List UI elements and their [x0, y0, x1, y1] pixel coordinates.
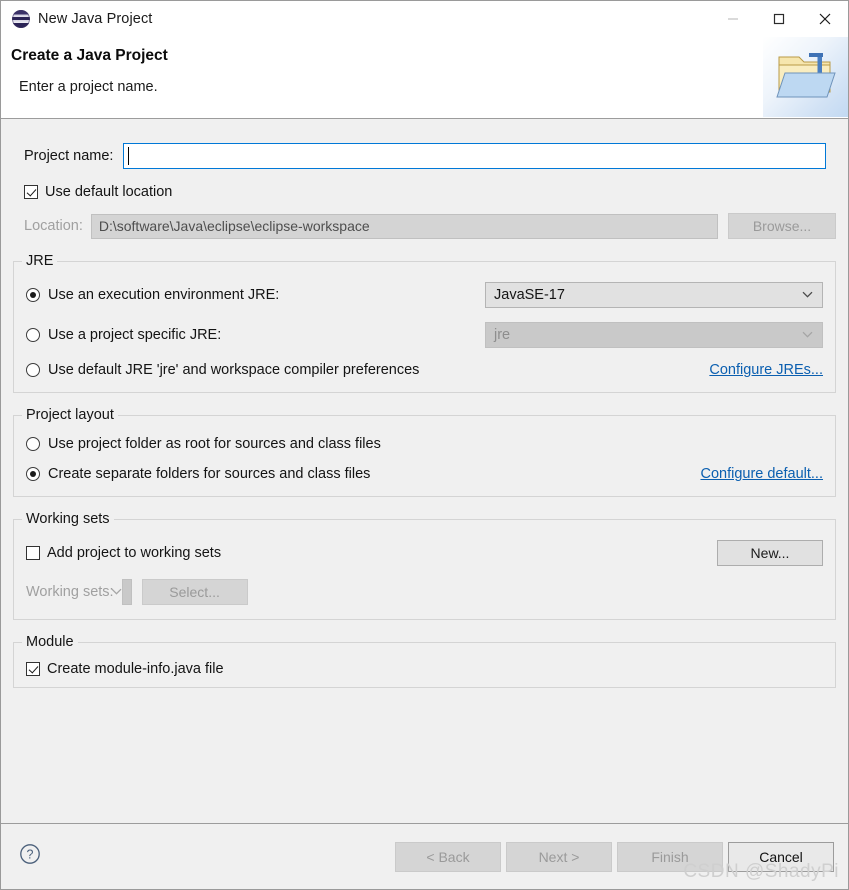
create-module-info-row: Create module-info.java file	[26, 661, 823, 677]
project-name-input[interactable]	[123, 143, 826, 169]
add-to-working-sets-checkbox[interactable]	[26, 546, 40, 560]
use-default-location-checkbox[interactable]	[24, 185, 38, 199]
layout-root-folder-radio[interactable]	[26, 437, 40, 451]
chevron-down-icon	[111, 583, 122, 599]
java-folder-icon	[769, 45, 841, 109]
jre-project-specific-label: Use a project specific JRE:	[48, 327, 221, 343]
jre-default-radio[interactable]	[26, 363, 40, 377]
jre-execution-environment-label: Use an execution environment JRE:	[48, 287, 279, 303]
svg-text:?: ?	[27, 848, 34, 862]
next-button: Next >	[506, 842, 612, 872]
dialog-body: Project name: Use default location Locat…	[1, 119, 848, 823]
create-module-info-checkbox[interactable]	[26, 662, 40, 676]
eclipse-icon	[12, 10, 30, 28]
text-caret	[128, 147, 129, 165]
wizard-header: Create a Java Project Enter a project na…	[1, 37, 848, 119]
minimize-icon	[727, 13, 739, 25]
jre-project-specific-radio[interactable]	[26, 328, 40, 342]
title-bar: New Java Project	[1, 1, 848, 37]
footer-buttons: < Back Next > Finish Cancel	[390, 842, 834, 872]
layout-separate-folders-radio[interactable]	[26, 467, 40, 481]
location-input: D:\software\Java\eclipse\eclipse-workspa…	[91, 214, 718, 239]
execution-environment-value: JavaSE-17	[494, 287, 565, 303]
working-sets-select-row: Working sets: Select...	[26, 579, 823, 605]
use-default-location-row[interactable]: Use default location	[13, 184, 836, 200]
layout-root-folder-row: Use project folder as root for sources a…	[26, 436, 823, 452]
layout-root-folder-label: Use project folder as root for sources a…	[48, 436, 381, 452]
configure-jres-link[interactable]: Configure JREs...	[709, 362, 823, 378]
java-folder-banner	[763, 37, 848, 117]
cancel-button[interactable]: Cancel	[728, 842, 834, 872]
new-working-set-button[interactable]: New...	[717, 540, 823, 566]
minimize-button[interactable]	[710, 1, 756, 37]
dialog-footer: ? < Back Next > Finish Cancel CSDN @Shad…	[1, 823, 848, 889]
add-to-working-sets-row: Add project to working sets New...	[26, 540, 823, 566]
back-button: < Back	[395, 842, 501, 872]
working-sets-label: Working sets:	[26, 584, 114, 600]
project-jre-value: jre	[494, 327, 510, 343]
jre-group-legend: JRE	[22, 253, 57, 269]
jre-default-row: Use default JRE 'jre' and workspace comp…	[26, 362, 823, 378]
help-icon[interactable]: ?	[19, 843, 41, 870]
new-java-project-dialog: New Java Project Create a Java Proje	[0, 0, 849, 890]
location-row: Location: D:\software\Java\eclipse\eclip…	[13, 213, 836, 239]
jre-default-label: Use default JRE 'jre' and workspace comp…	[48, 362, 419, 378]
close-button[interactable]	[802, 1, 848, 37]
location-label: Location:	[24, 218, 83, 234]
module-group: Module Create module-info.java file	[13, 642, 836, 688]
project-name-row: Project name:	[13, 143, 836, 169]
layout-separate-folders-label: Create separate folders for sources and …	[48, 466, 370, 482]
module-legend: Module	[22, 634, 78, 650]
finish-button: Finish	[617, 842, 723, 872]
page-subtitle: Enter a project name.	[19, 79, 158, 95]
working-sets-combo	[122, 579, 132, 605]
close-icon	[818, 12, 832, 26]
jre-execution-environment-row: Use an execution environment JRE: JavaSE…	[26, 282, 823, 308]
layout-separate-folders-row: Create separate folders for sources and …	[26, 466, 823, 482]
chevron-down-icon	[802, 286, 813, 302]
chevron-down-icon	[802, 326, 813, 342]
project-layout-group: Project layout Use project folder as roo…	[13, 415, 836, 497]
create-module-info-label: Create module-info.java file	[47, 661, 224, 677]
project-name-label: Project name:	[24, 148, 113, 164]
page-title: Create a Java Project	[11, 47, 168, 65]
window-controls	[710, 1, 848, 37]
jre-project-specific-row: Use a project specific JRE: jre	[26, 322, 823, 348]
use-default-location-label: Use default location	[45, 184, 172, 200]
project-jre-combo: jre	[485, 322, 823, 348]
execution-environment-combo[interactable]: JavaSE-17	[485, 282, 823, 308]
jre-group: JRE Use an execution environment JRE: Ja…	[13, 261, 836, 393]
project-layout-legend: Project layout	[22, 407, 118, 423]
working-sets-group: Working sets Add project to working sets…	[13, 519, 836, 620]
browse-button: Browse...	[728, 213, 836, 239]
working-sets-legend: Working sets	[22, 511, 114, 527]
select-working-set-button: Select...	[142, 579, 248, 605]
maximize-button[interactable]	[756, 1, 802, 37]
jre-execution-environment-radio[interactable]	[26, 288, 40, 302]
window-title: New Java Project	[38, 11, 152, 27]
configure-default-link[interactable]: Configure default...	[700, 466, 823, 482]
add-to-working-sets-label: Add project to working sets	[47, 545, 221, 561]
maximize-icon	[773, 13, 785, 25]
